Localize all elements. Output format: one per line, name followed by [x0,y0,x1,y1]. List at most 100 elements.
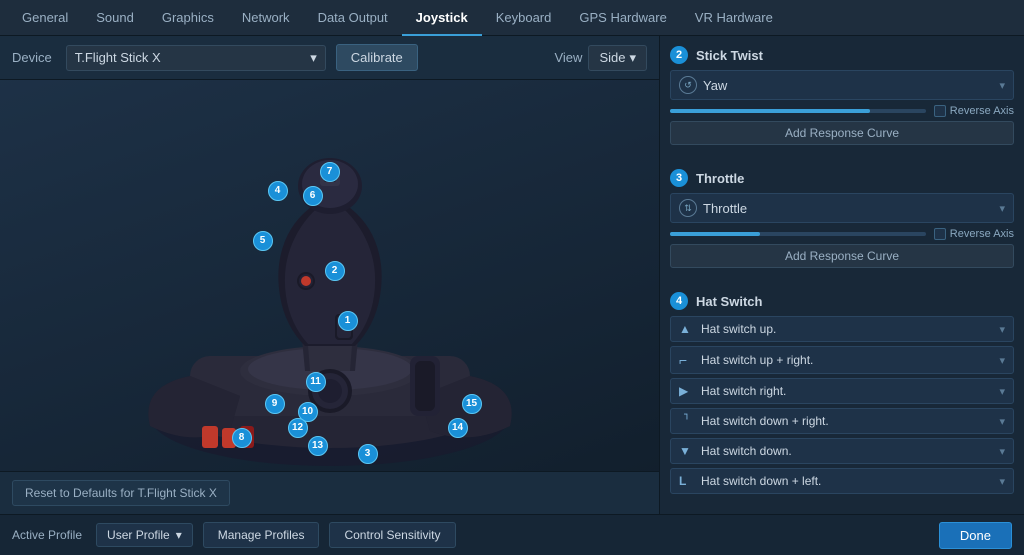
section-hat-switch: 4 Hat Switch ▲ Hat switch up. ▾ ⌐ Hat sw… [670,292,1014,494]
yaw-slider-track[interactable] [670,109,926,113]
nav-gps-hardware[interactable]: GPS Hardware [565,0,680,36]
left-panel: Device T.Flight Stick X ▾ Calibrate View… [0,36,660,514]
profile-select[interactable]: User Profile ▾ [96,523,193,547]
manage-profiles-button[interactable]: Manage Profiles [203,522,320,548]
badge-11: 11 [306,372,326,392]
main-container: Device T.Flight Stick X ▾ Calibrate View… [0,36,1024,514]
nav-sound[interactable]: Sound [82,0,148,36]
badge-13: 13 [308,436,328,456]
device-bar: Device T.Flight Stick X ▾ Calibrate View… [0,36,659,80]
yaw-reverse-check [934,105,946,117]
hat-down-chevron: ▾ [999,445,1005,458]
hat-down-right-icon: ⌐ [680,413,694,429]
top-nav: General Sound Graphics Network Data Outp… [0,0,1024,36]
throttle-add-curve-button[interactable]: Add Response Curve [670,244,1014,268]
throttle-slider-track[interactable] [670,232,926,236]
yaw-slider-fill [670,109,870,113]
throttle-reverse-checkbox[interactable]: Reverse Axis [934,228,1014,240]
yaw-chevron: ▾ [999,79,1005,92]
section-4-title: Hat Switch [696,294,762,309]
hat-down[interactable]: ▼ Hat switch down. ▾ [670,438,1014,464]
hat-down-left-icon: L [679,474,695,488]
nav-joystick[interactable]: Joystick [402,0,482,36]
nav-keyboard[interactable]: Keyboard [482,0,566,36]
profile-name: User Profile [107,528,170,542]
section-3-num: 3 [670,169,688,187]
yaw-reverse-label: Reverse Axis [950,105,1014,117]
section-stick-twist-header: 2 Stick Twist [670,46,1014,64]
hat-down-label: Hat switch down. [701,444,999,458]
hat-down-left-label: Hat switch down + left. [701,474,999,488]
badge-14: 14 [448,418,468,438]
nav-graphics[interactable]: Graphics [148,0,228,36]
device-label: Device [12,50,52,65]
view-select-chevron: ▾ [629,50,636,66]
badge-4: 4 [268,181,288,201]
hat-down-right[interactable]: ⌐ Hat switch down + right. ▾ [670,408,1014,434]
hat-up-icon: ▲ [679,322,695,336]
hat-up-label: Hat switch up. [701,322,999,336]
nav-data-output[interactable]: Data Output [304,0,402,36]
hat-down-right-label: Hat switch down + right. [701,414,999,428]
hat-down-left[interactable]: L Hat switch down + left. ▾ [670,468,1014,494]
hat-up-chevron: ▾ [999,323,1005,336]
badge-6: 6 [303,186,323,206]
footer-bar: Active Profile User Profile ▾ Manage Pro… [0,514,1024,555]
throttle-reverse-label: Reverse Axis [950,228,1014,240]
throttle-dropdown[interactable]: ⇅ Throttle ▾ [670,193,1014,223]
yaw-axis-icon: ↺ [679,76,697,94]
yaw-add-curve-button[interactable]: Add Response Curve [670,121,1014,145]
section-4-num: 4 [670,292,688,310]
device-select-chevron: ▾ [310,50,317,66]
badge-15: 15 [462,394,482,414]
hat-down-right-chevron: ▾ [999,415,1005,428]
badge-7: 7 [320,162,340,182]
view-select[interactable]: Side ▾ [588,45,647,71]
hat-up-right-chevron: ▾ [999,354,1005,367]
yaw-reverse-checkbox[interactable]: Reverse Axis [934,105,1014,117]
throttle-axis-icon: ⇅ [679,199,697,217]
badge-12: 12 [288,418,308,438]
nav-vr-hardware[interactable]: VR Hardware [681,0,787,36]
reset-defaults-button[interactable]: Reset to Defaults for T.Flight Stick X [12,480,230,506]
done-button[interactable]: Done [939,522,1012,549]
throttle-chevron: ▾ [999,202,1005,215]
yaw-slider-row: Reverse Axis [670,105,1014,117]
hat-down-icon: ▼ [679,444,695,458]
badge-3: 3 [358,444,378,464]
section-stick-twist: 2 Stick Twist ↺ Yaw ▾ Reverse Axis Ad [670,46,1014,155]
yaw-dropdown[interactable]: ↺ Yaw ▾ [670,70,1014,100]
hat-up-right-label: Hat switch up + right. [701,353,999,367]
bottom-bar: Reset to Defaults for T.Flight Stick X [0,471,659,514]
hat-right-chevron: ▾ [999,385,1005,398]
badge-9: 9 [265,394,285,414]
view-option: Side [599,50,625,65]
active-profile-label: Active Profile [12,528,82,542]
joystick-area: 1 2 3 4 5 6 7 8 9 10 11 12 13 14 15 [0,80,659,471]
badge-2: 2 [325,261,345,281]
section-2-num: 2 [670,46,688,64]
throttle-reverse-check [934,228,946,240]
hat-down-left-chevron: ▾ [999,475,1005,488]
device-name: T.Flight Stick X [75,50,161,65]
hat-right-icon: ▶ [679,384,695,398]
calibrate-button[interactable]: Calibrate [336,44,418,71]
section-2-title: Stick Twist [696,48,763,63]
section-3-title: Throttle [696,171,744,186]
yaw-label: Yaw [703,78,727,93]
nav-network[interactable]: Network [228,0,304,36]
section-throttle: 3 Throttle ⇅ Throttle ▾ Reverse Axis [670,169,1014,278]
hat-up[interactable]: ▲ Hat switch up. ▾ [670,316,1014,342]
section-throttle-header: 3 Throttle [670,169,1014,187]
nav-general[interactable]: General [8,0,82,36]
view-label: View [554,50,582,65]
hat-up-right[interactable]: ⌐ Hat switch up + right. ▾ [670,346,1014,374]
control-sensitivity-button[interactable]: Control Sensitivity [329,522,455,548]
throttle-slider-fill [670,232,760,236]
hat-up-right-icon: ⌐ [679,352,695,368]
hat-right[interactable]: ▶ Hat switch right. ▾ [670,378,1014,404]
badge-5: 5 [253,231,273,251]
right-panel: 2 Stick Twist ↺ Yaw ▾ Reverse Axis Ad [660,36,1024,514]
device-select[interactable]: T.Flight Stick X ▾ [66,45,326,71]
hat-right-label: Hat switch right. [701,384,999,398]
